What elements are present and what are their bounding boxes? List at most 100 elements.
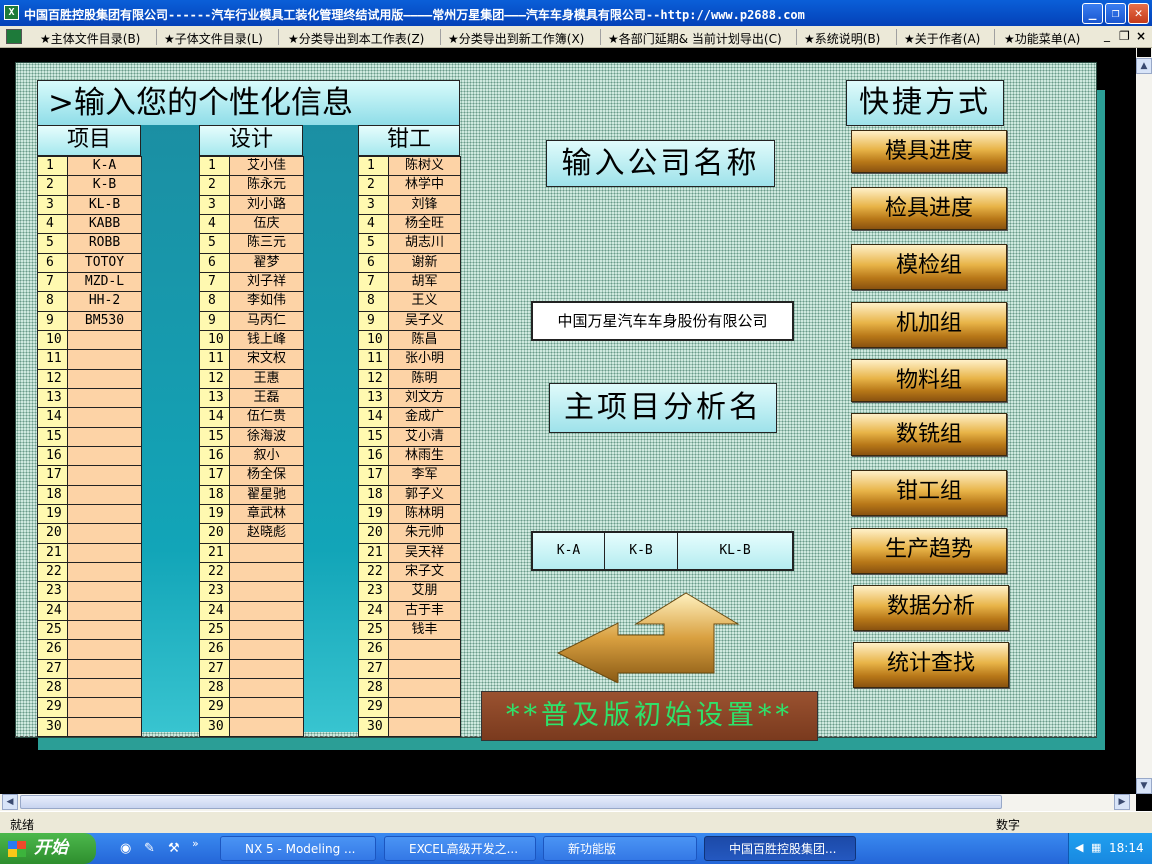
cell-value[interactable] xyxy=(388,639,461,660)
cell-value[interactable]: 郭子义 xyxy=(388,484,461,505)
cell-value[interactable]: 杨全保 xyxy=(229,465,304,486)
minimize-button[interactable]: _ xyxy=(1082,3,1103,24)
cell-value[interactable]: 陈永元 xyxy=(229,175,304,196)
network-icon[interactable]: ▦ xyxy=(1091,841,1101,854)
cell-value[interactable]: 艾朋 xyxy=(388,581,461,602)
cell-value[interactable] xyxy=(67,445,142,467)
cell-value[interactable] xyxy=(229,600,304,621)
cell-value[interactable] xyxy=(67,407,142,428)
workbook-icon[interactable] xyxy=(6,29,22,44)
cell-value[interactable]: 钱上峰 xyxy=(229,329,304,351)
horizontal-scrollbar[interactable]: ◀ ▶ xyxy=(0,794,1136,811)
cell-value[interactable]: ROBB xyxy=(67,233,142,254)
cell-value[interactable] xyxy=(229,639,304,660)
doc-minimize-icon[interactable]: _ xyxy=(1104,28,1110,42)
cell-value[interactable]: 朱元帅 xyxy=(388,523,461,544)
cell-value[interactable] xyxy=(388,658,461,679)
cell-value[interactable]: 陈昌 xyxy=(388,329,461,351)
menu-export-sheet[interactable]: ★分类导出到本工作表(Z) xyxy=(288,30,424,47)
task-baisheng-excel[interactable]: 中国百胜控股集团... xyxy=(704,836,856,861)
menu-sub-directory[interactable]: ★子体文件目录(L) xyxy=(164,30,263,47)
gauge-progress-button[interactable]: 检具进度 xyxy=(851,187,1007,230)
cell-value[interactable]: 林雨生 xyxy=(388,445,461,467)
cell-value[interactable]: 杨全旺 xyxy=(388,213,461,235)
cell-value[interactable] xyxy=(67,561,142,583)
cell-value[interactable]: 刘子祥 xyxy=(229,271,304,293)
close-button[interactable]: ✕ xyxy=(1128,3,1149,24)
cell-value[interactable]: 胡军 xyxy=(388,271,461,293)
cell-value[interactable] xyxy=(67,465,142,486)
cell-value[interactable]: 伍仁贵 xyxy=(229,407,304,428)
cell-value[interactable] xyxy=(67,581,142,602)
cell-value[interactable] xyxy=(67,523,142,544)
cell-value[interactable]: 艾小清 xyxy=(388,426,461,447)
main-project-cell[interactable]: K-B xyxy=(605,533,678,569)
cell-value[interactable] xyxy=(67,349,142,370)
cell-value[interactable] xyxy=(67,503,142,525)
main-project-cell[interactable]: K-A xyxy=(533,533,605,569)
cell-value[interactable]: 章武林 xyxy=(229,503,304,525)
cell-value[interactable] xyxy=(67,368,142,389)
tool-quicklaunch-icon[interactable]: ⚒ xyxy=(168,841,180,856)
cell-value[interactable]: 宋文权 xyxy=(229,349,304,370)
menu-export-workbook[interactable]: ★分类导出到新工作簿(X) xyxy=(448,30,584,47)
scroll-thumb[interactable] xyxy=(20,795,1002,809)
doc-restore-icon[interactable]: ❐ xyxy=(1119,29,1130,43)
cell-value[interactable]: 刘小路 xyxy=(229,194,304,215)
main-project-cell[interactable]: KL-B xyxy=(678,533,792,569)
chevron-more-icon[interactable]: » xyxy=(192,837,199,850)
scroll-right-button[interactable]: ▶ xyxy=(1114,794,1130,810)
cell-value[interactable]: 张小明 xyxy=(388,349,461,370)
cell-value[interactable] xyxy=(67,387,142,409)
cell-value[interactable]: 陈树义 xyxy=(388,155,461,177)
cell-value[interactable]: 陈三元 xyxy=(229,233,304,254)
cell-value[interactable]: 王惠 xyxy=(229,368,304,389)
scroll-up-button[interactable]: ▲ xyxy=(1136,58,1152,74)
cell-value[interactable]: 金成广 xyxy=(388,407,461,428)
cell-value[interactable]: 赵晓彪 xyxy=(229,523,304,544)
cell-value[interactable] xyxy=(67,697,142,718)
cell-value[interactable] xyxy=(229,697,304,718)
cell-value[interactable]: 艾小佳 xyxy=(229,155,304,177)
menu-main-directory[interactable]: ★主体文件目录(B) xyxy=(40,30,140,47)
cell-value[interactable]: 马丙仁 xyxy=(229,310,304,331)
cell-value[interactable]: K-A xyxy=(67,155,142,177)
company-name-field[interactable]: 中国万星汽车车身股份有限公司 xyxy=(531,301,794,341)
cell-value[interactable]: 叙小 xyxy=(229,445,304,467)
cell-value[interactable] xyxy=(229,619,304,641)
cell-value[interactable] xyxy=(67,329,142,351)
cell-value[interactable]: 王义 xyxy=(388,291,461,312)
cell-value[interactable]: 林学中 xyxy=(388,175,461,196)
cell-value[interactable]: 吴天祥 xyxy=(388,542,461,563)
cell-value[interactable] xyxy=(229,581,304,602)
cell-value[interactable]: MZD-L xyxy=(67,271,142,293)
cell-value[interactable] xyxy=(67,542,142,563)
cell-value[interactable]: 吴子义 xyxy=(388,310,461,331)
ie-quicklaunch-icon[interactable]: ◉ xyxy=(120,841,131,856)
cell-value[interactable] xyxy=(67,600,142,621)
start-button[interactable]: 开始 xyxy=(0,833,96,864)
statistics-search-button[interactable]: 统计查找 xyxy=(853,642,1009,688)
cell-value[interactable]: TOTOY xyxy=(67,252,142,273)
production-trend-button[interactable]: 生产趋势 xyxy=(851,528,1007,574)
cell-value[interactable]: 刘锋 xyxy=(388,194,461,215)
mold-inspection-group-button[interactable]: 模检组 xyxy=(851,244,1007,290)
cell-value[interactable]: 翟星驰 xyxy=(229,484,304,505)
data-analysis-button[interactable]: 数据分析 xyxy=(853,585,1009,631)
cell-value[interactable] xyxy=(388,697,461,718)
cell-value[interactable] xyxy=(67,658,142,679)
cell-value[interactable]: 王磊 xyxy=(229,387,304,409)
task-excel-dev[interactable]: EXCEL高级开发之... xyxy=(384,836,536,861)
menu-export-delays[interactable]: ★各部门延期& 当前计划导出(C) xyxy=(608,30,782,47)
clock[interactable]: 18:14 xyxy=(1109,841,1144,855)
cell-value[interactable]: 李军 xyxy=(388,465,461,486)
scroll-left-button[interactable]: ◀ xyxy=(2,794,18,810)
mold-progress-button[interactable]: 模具进度 xyxy=(851,130,1007,173)
cell-value[interactable]: 陈明 xyxy=(388,368,461,389)
cell-value[interactable]: KL-B xyxy=(67,194,142,215)
cell-value[interactable] xyxy=(229,677,304,699)
scroll-down-button[interactable]: ▼ xyxy=(1136,778,1152,794)
materials-group-button[interactable]: 物料组 xyxy=(851,359,1007,402)
restore-button[interactable]: ❐ xyxy=(1105,3,1126,24)
return-arrow-icon[interactable] xyxy=(556,591,740,683)
